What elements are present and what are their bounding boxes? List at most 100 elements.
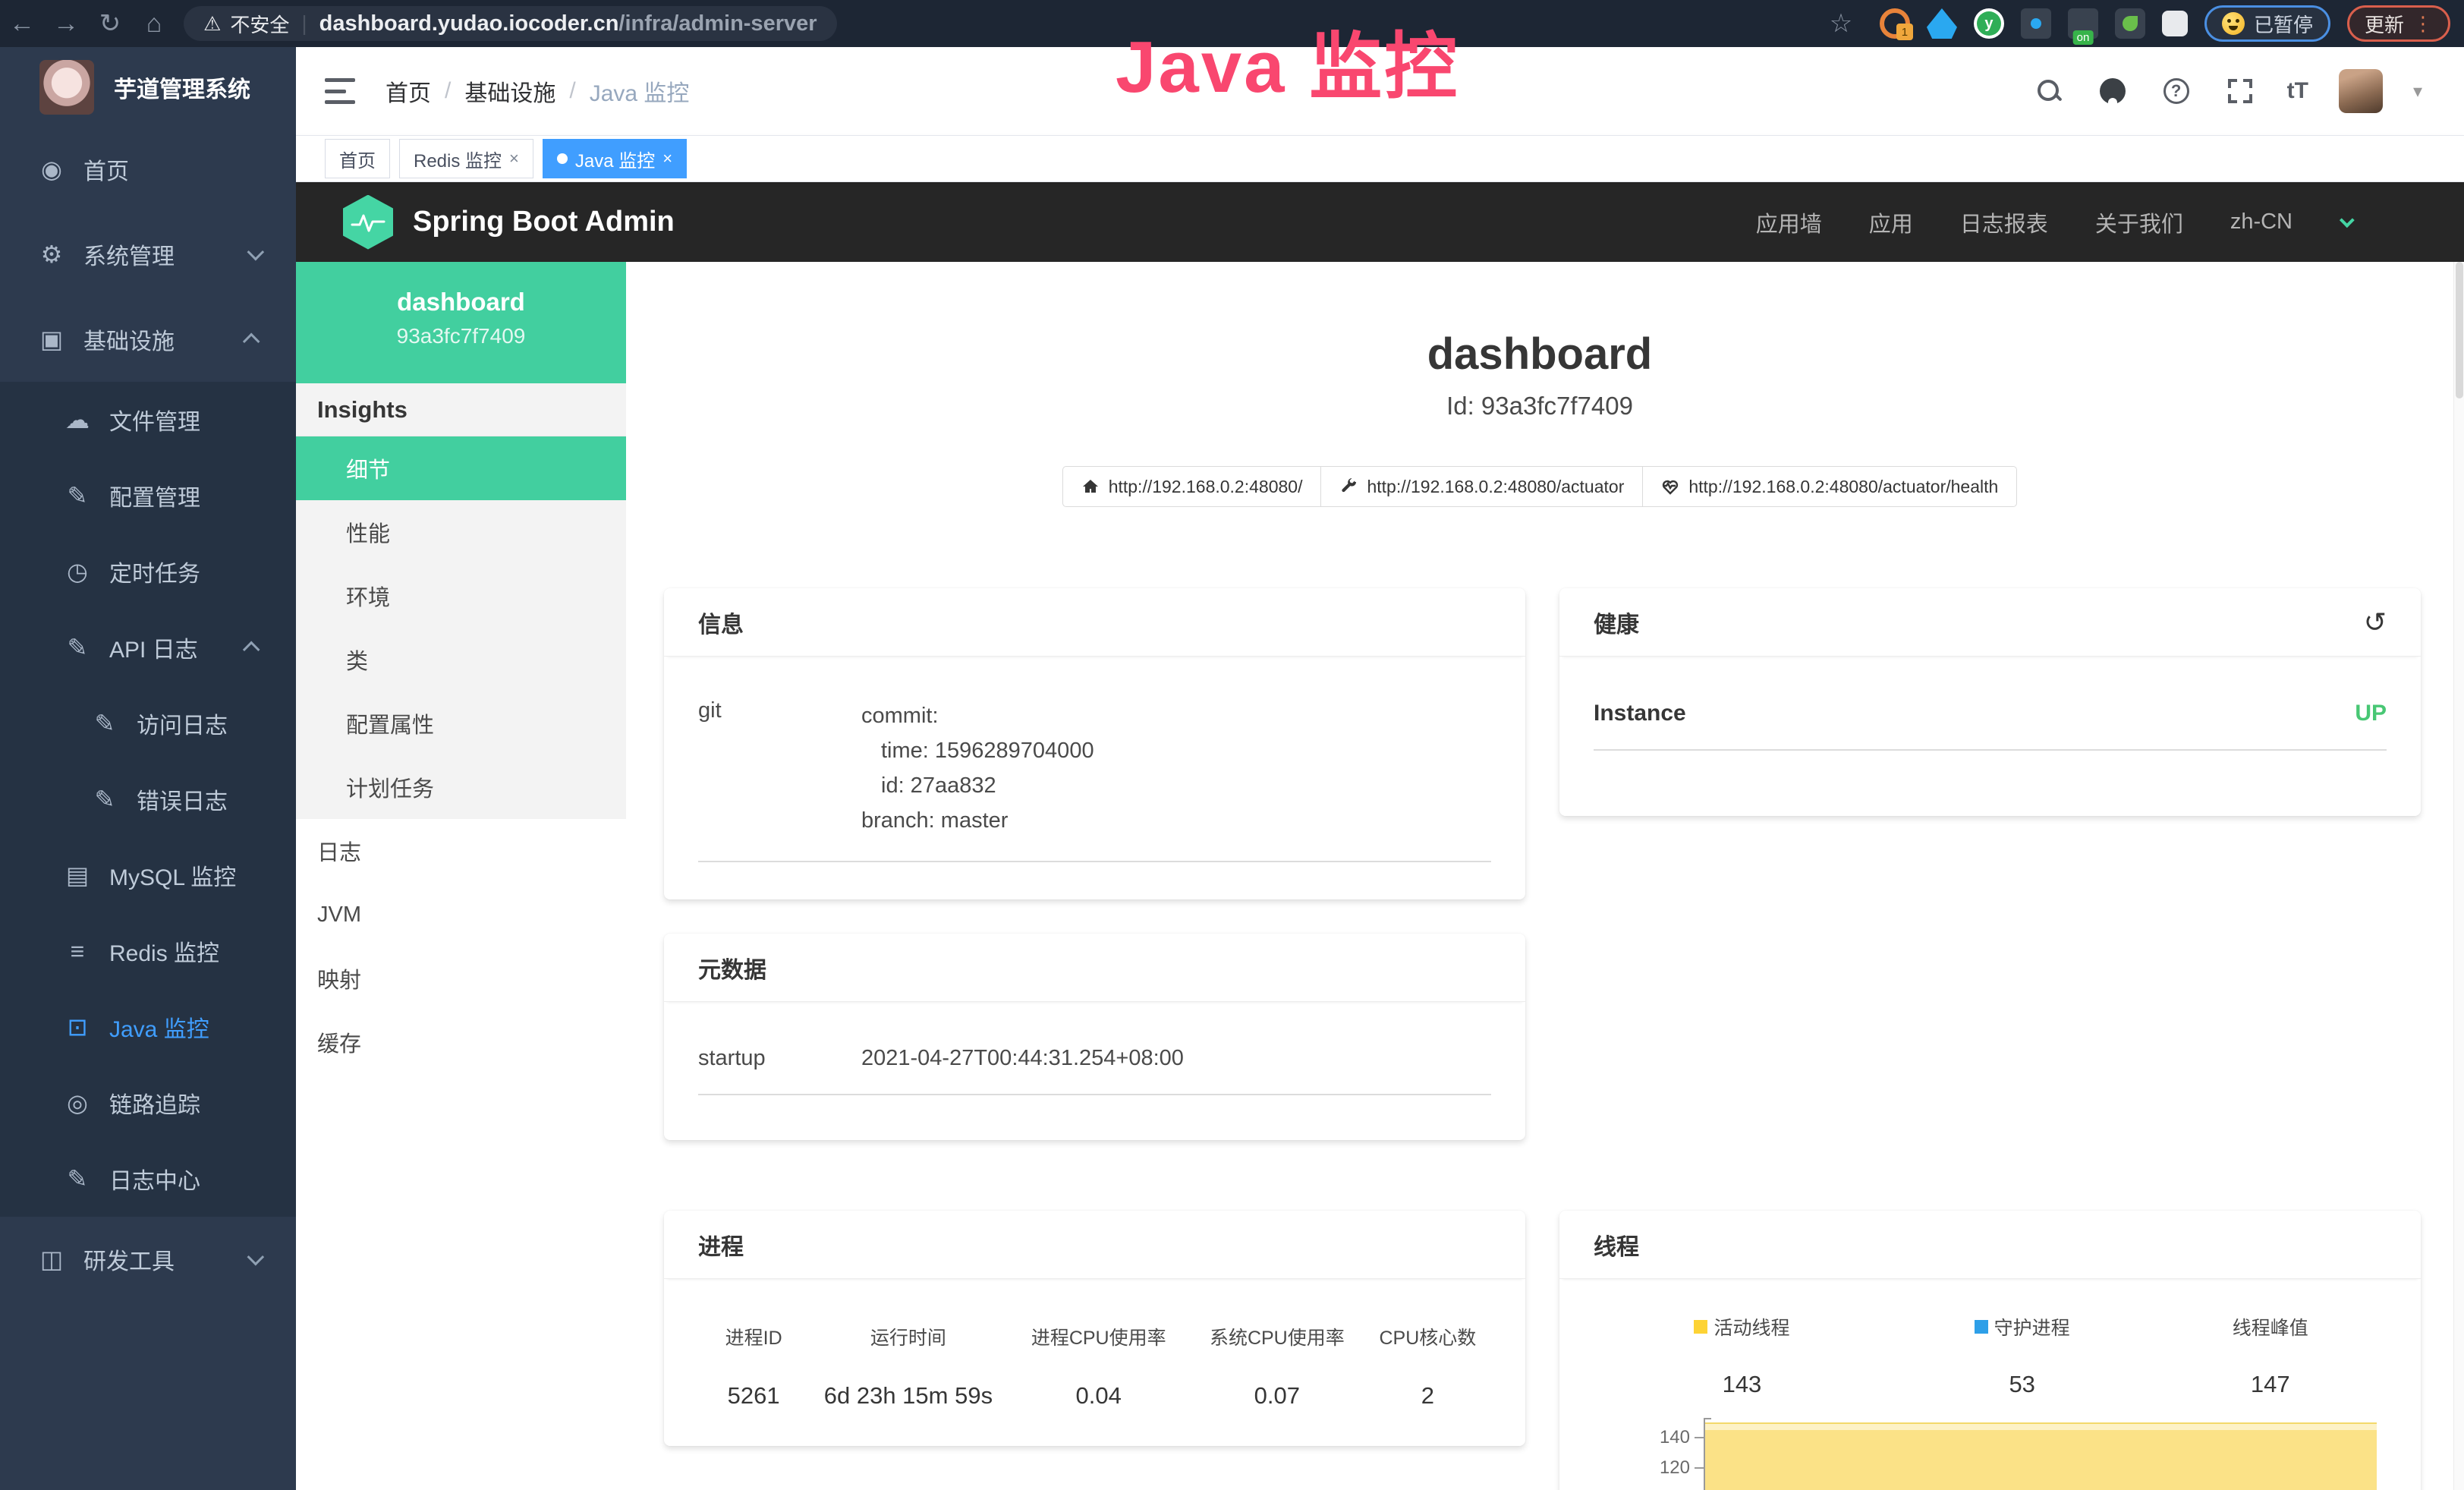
sba-menu-config-props[interactable]: 配置属性	[296, 691, 626, 755]
process-col-header: 进程ID	[698, 1323, 809, 1350]
sidebar-item-mysql-monitor[interactable]: ▤ MySQL 监控	[0, 837, 296, 913]
sba-menu-scheduled[interactable]: 计划任务	[296, 755, 626, 819]
health-instance-label: Instance	[1594, 701, 1686, 726]
infra-submenu: ☁ 文件管理 ✎ 配置管理 ◷ 定时任务 ✎ API 日志 ✎ 访问日志 ✎	[0, 382, 296, 1217]
extension-icon[interactable]: on	[2068, 8, 2098, 39]
bookmark-star-icon[interactable]: ☆	[1819, 8, 1863, 39]
sba-menu-jvm[interactable]: JVM	[296, 883, 626, 947]
sidebar-item-config-manage[interactable]: ✎ 配置管理	[0, 458, 296, 534]
threads-card: 线程 活动线程 143 守护进程 53 线	[1559, 1211, 2421, 1490]
sidebar-item-dev-tools[interactable]: ◫ 研发工具	[0, 1217, 296, 1302]
search-icon[interactable]	[2032, 74, 2066, 108]
sba-menu-details[interactable]: 细节	[296, 436, 626, 500]
chrome-update-button[interactable]: 更新 ⋮	[2347, 5, 2450, 42]
back-icon[interactable]: ←	[0, 9, 44, 39]
address-bar[interactable]: ⚠ 不安全 | dashboard.yudao.iocoder.cn /infr…	[184, 6, 837, 41]
endpoint-home-link[interactable]: http://192.168.0.2:48080/	[1062, 466, 1322, 507]
history-icon[interactable]: ↺	[2364, 606, 2387, 638]
sidebar-item-infra[interactable]: ▣ 基础设施	[0, 297, 296, 382]
breadcrumb-infra[interactable]: 基础设施	[464, 74, 555, 108]
sidebar-item-label: 研发工具	[83, 1243, 175, 1276]
sidebar-item-error-logs[interactable]: ✎ 错误日志	[0, 761, 296, 837]
sidebar-item-java-monitor[interactable]: ⊡ Java 监控	[0, 989, 296, 1065]
legend-label: 活动线程	[1713, 1313, 1789, 1340]
extension-icon[interactable]: y	[1974, 8, 2004, 39]
sidebar-item-redis-monitor[interactable]: ≡ Redis 监控	[0, 913, 296, 989]
endpoint-health-link[interactable]: http://192.168.0.2:48080/actuator/health	[1642, 466, 2017, 507]
sidebar-item-label: Java 监控	[109, 1010, 209, 1044]
sba-menu-caches[interactable]: 缓存	[296, 1010, 626, 1074]
sba-menu-logs[interactable]: 日志	[296, 819, 626, 883]
sidebar-item-home[interactable]: ◉ 首页	[0, 127, 296, 212]
endpoint-actuator-link[interactable]: http://192.168.0.2:48080/actuator	[1320, 466, 1643, 507]
sidebar-item-log-center[interactable]: ✎ 日志中心	[0, 1141, 296, 1217]
sidebar-item-label: 定时任务	[109, 555, 200, 588]
app-logo-row[interactable]: 芋道管理系统	[0, 47, 296, 127]
instance-id-line: Id: 93a3fc7f7409	[626, 392, 2453, 421]
sba-nav-applications[interactable]: 应用	[1869, 206, 1913, 238]
sidebar-item-tracing[interactable]: ◎ 链路追踪	[0, 1065, 296, 1141]
page-title: dashboard	[626, 329, 2453, 380]
fullscreen-icon[interactable]	[2223, 74, 2257, 108]
process-col-value: 0.07	[1190, 1382, 1364, 1410]
sba-instance-header[interactable]: dashboard 93a3fc7f7409	[296, 262, 626, 383]
avatar[interactable]	[2339, 69, 2383, 113]
tag-redis-monitor[interactable]: Redis 监控 ×	[399, 139, 533, 178]
sba-nav-about[interactable]: 关于我们	[2095, 206, 2183, 238]
threads-legend: 活动线程 143 守护进程 53 线程峰值 147	[1590, 1313, 2390, 1398]
sba-menu-environment[interactable]: 环境	[296, 564, 626, 628]
extension-icon[interactable]	[1927, 8, 1957, 39]
close-icon[interactable]: ×	[509, 149, 519, 169]
gear-icon: ⚙	[36, 240, 67, 269]
extension-icon[interactable]	[2115, 8, 2145, 39]
breadcrumb-home[interactable]: 首页	[385, 74, 431, 108]
reload-icon[interactable]: ↻	[88, 8, 132, 39]
info-card-title: 信息	[698, 606, 744, 639]
sba-menu-classes[interactable]: 类	[296, 628, 626, 691]
collapse-sidebar-icon[interactable]	[325, 78, 355, 104]
extensions-puzzle-icon[interactable]	[2162, 11, 2188, 36]
sba-locale-select[interactable]: zh-CN	[2230, 209, 2292, 235]
sidebar-item-label: 访问日志	[137, 707, 228, 740]
chrome-menu-icon[interactable]: ⋮	[2413, 12, 2433, 36]
tag-home[interactable]: 首页	[325, 139, 390, 178]
sba-brand-title[interactable]: Spring Boot Admin	[413, 206, 675, 238]
health-status-badge: UP	[2355, 701, 2387, 726]
extension-icon[interactable]	[2021, 8, 2051, 39]
tag-java-monitor[interactable]: Java 监控 ×	[543, 139, 687, 178]
breadcrumb-separator: /	[569, 78, 575, 104]
sba-header: Spring Boot Admin 应用墙 应用 日志报表 关于我们 zh-CN	[296, 182, 2464, 262]
legend-swatch-daemon	[1975, 1320, 1988, 1334]
help-icon[interactable]: ?	[2160, 74, 2193, 108]
sba-nav-wallboard[interactable]: 应用墙	[1756, 206, 1822, 238]
sidebar-item-system[interactable]: ⚙ 系统管理	[0, 212, 296, 297]
sba-menu-metrics[interactable]: 性能	[296, 500, 626, 564]
warning-icon: ⚠	[203, 12, 221, 36]
endpoint-url: http://192.168.0.2:48080/actuator	[1367, 477, 1624, 497]
extension-icon[interactable]: 1	[1880, 8, 1910, 39]
profile-paused-badge[interactable]: 已暂停	[2204, 5, 2330, 42]
endpoint-url: http://192.168.0.2:48080/actuator/health	[1688, 477, 1998, 497]
process-col-header: 运行时间	[809, 1323, 1007, 1350]
home-icon[interactable]: ⌂	[132, 9, 176, 39]
app-title: 芋道管理系统	[114, 71, 250, 104]
info-card: 信息 git commit: time: 1596289704000 id: 2…	[664, 588, 1525, 899]
sidebar-item-label: MySQL 监控	[109, 858, 236, 892]
sba-nav-journal[interactable]: 日志报表	[1960, 206, 2048, 238]
github-icon[interactable]	[2096, 74, 2129, 108]
avatar-caret-icon[interactable]: ▾	[2413, 80, 2422, 102]
legend-value: 143	[1590, 1371, 1894, 1398]
sidebar-item-scheduled-tasks[interactable]: ◷ 定时任务	[0, 534, 296, 610]
layers-icon: ≡	[62, 937, 93, 966]
close-icon[interactable]: ×	[662, 149, 672, 169]
sba-sidebar: dashboard 93a3fc7f7409 Insights 细节 性能 环境…	[296, 262, 626, 1490]
sidebar-item-file-manage[interactable]: ☁ 文件管理	[0, 382, 296, 458]
locale-caret-icon[interactable]	[2340, 213, 2355, 228]
sba-menu-mappings[interactable]: 映射	[296, 947, 626, 1010]
content-scrollbar[interactable]	[2453, 262, 2464, 1490]
sidebar-item-api-logs[interactable]: ✎ API 日志	[0, 610, 296, 685]
font-size-icon[interactable]: tT	[2287, 78, 2308, 104]
forward-icon[interactable]: →	[44, 9, 88, 39]
sidebar-item-access-logs[interactable]: ✎ 访问日志	[0, 685, 296, 761]
sidebar-item-label: 文件管理	[109, 403, 200, 436]
